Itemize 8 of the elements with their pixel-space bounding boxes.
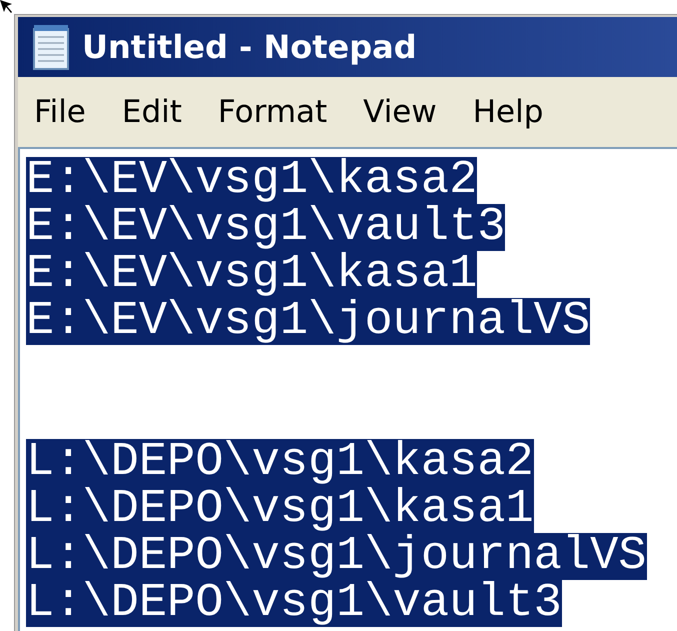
menu-item[interactable]: View xyxy=(359,88,441,136)
menu-item[interactable]: Format xyxy=(214,88,332,136)
mouse-pointer-icon xyxy=(0,0,14,14)
text-area[interactable]: E:\EV\vsg1\kasa2 E:\EV\vsg1\vault3 E:\EV\vsg1\kasa1 E:\EV\vsg1\journalVS L:\DEPO\vsg1\kasa2 L:\DEPO\vsg1\kasa1 L:\DEPO\vsg1\journalVS L:\DEPO\vsg1\vault3 xyxy=(18,147,677,631)
menu-item[interactable]: Help xyxy=(468,88,548,136)
menu-item[interactable]: Edit xyxy=(118,88,186,136)
menu-item[interactable]: File xyxy=(30,88,90,136)
window-title: Untitled - Notepad xyxy=(82,31,417,63)
